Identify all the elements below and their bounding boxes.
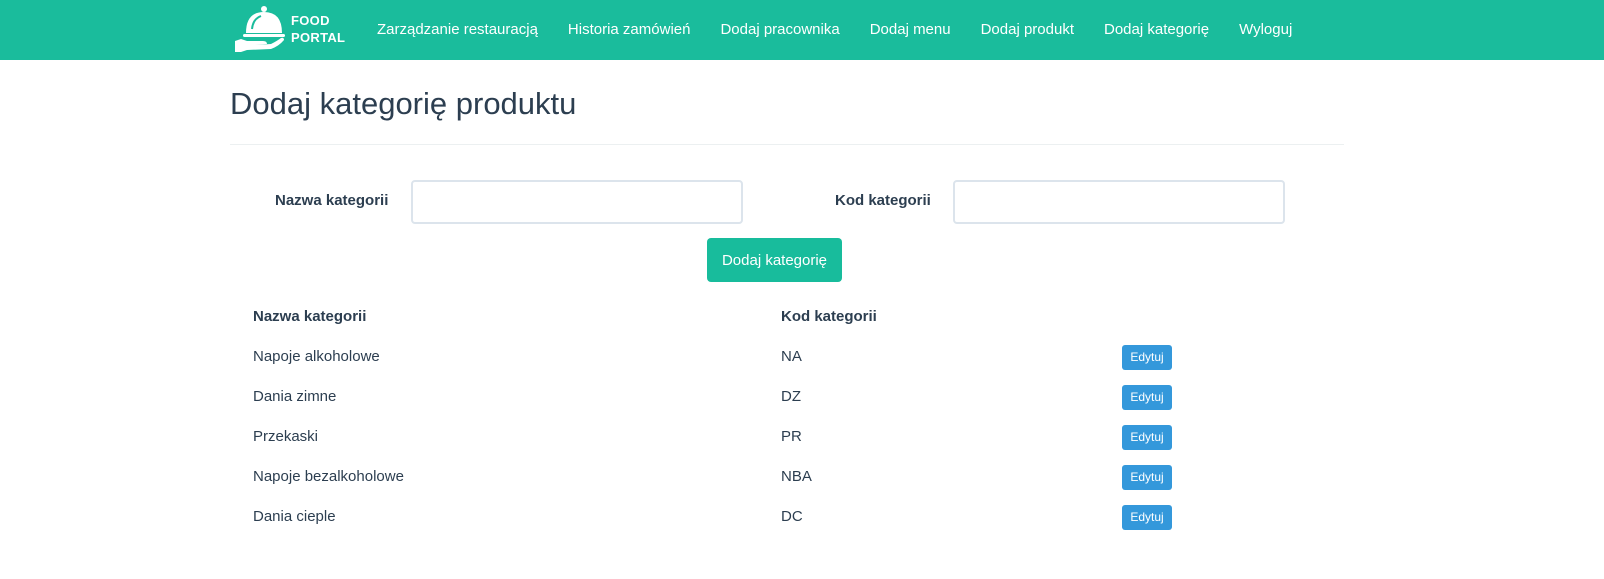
row-category-code: DC (781, 507, 803, 525)
table-header-row: Nazwa kategorii Kod kategorii (241, 296, 1344, 336)
edit-button[interactable]: Edytuj (1122, 504, 1172, 530)
row-category-name: Napoje bezalkoholowe (253, 467, 404, 485)
add-category-button[interactable]: Dodaj kategorię (707, 238, 842, 282)
row-category-name: Dania zimne (253, 387, 337, 405)
category-code-label: Kod kategorii (835, 192, 931, 209)
nav-order-history[interactable]: Historia zamówień (553, 0, 706, 60)
category-code-input[interactable] (953, 180, 1285, 224)
category-name-input[interactable] (411, 180, 743, 224)
brand-logo[interactable]: FOOD PORTAL (233, 3, 345, 55)
nav-logout[interactable]: Wyloguj (1224, 0, 1307, 60)
edit-button[interactable]: Edytuj (1122, 424, 1172, 450)
header-actions (1110, 296, 1344, 336)
table-row: Napoje alkoholowe NA Edytuj (241, 336, 1344, 376)
main-nav: Zarządzanie restauracją Historia zamówie… (362, 0, 1307, 60)
table-row: Napoje bezalkoholowe NBA Edytuj (241, 456, 1344, 496)
brand-name: FOOD PORTAL (291, 12, 345, 46)
top-navbar: FOOD PORTAL Zarządzanie restauracją Hist… (0, 0, 1604, 60)
header-category-name: Nazwa kategorii (253, 307, 367, 325)
row-category-name: Przekaski (253, 427, 319, 445)
title-divider (230, 144, 1344, 145)
nav-add-category[interactable]: Dodaj kategorię (1089, 0, 1224, 60)
table-row: Dania zimne DZ Edytuj (241, 376, 1344, 416)
table-row: Przekaski PR Edytuj (241, 416, 1344, 456)
category-name-label: Nazwa kategorii (275, 192, 389, 209)
row-category-code: PR (781, 427, 802, 445)
nav-add-menu[interactable]: Dodaj menu (855, 0, 966, 60)
brand-line-1: FOOD (291, 13, 330, 28)
edit-button[interactable]: Edytuj (1122, 464, 1172, 490)
nav-add-employee[interactable]: Dodaj pracownika (705, 0, 854, 60)
categories-table: Nazwa kategorii Kod kategorii Napoje alk… (241, 296, 1344, 536)
row-category-code: NBA (781, 467, 812, 485)
header-category-code: Kod kategorii (781, 307, 877, 325)
edit-button[interactable]: Edytuj (1122, 384, 1172, 410)
edit-button[interactable]: Edytuj (1122, 344, 1172, 370)
nav-add-product[interactable]: Dodaj produkt (966, 0, 1089, 60)
cloche-serving-hand-icon (235, 6, 285, 52)
page-title: Dodaj kategorię produktu (230, 86, 577, 121)
row-category-name: Napoje alkoholowe (253, 347, 380, 365)
row-category-name: Dania cieple (253, 507, 336, 525)
brand-line-2: PORTAL (291, 30, 346, 45)
nav-restaurant-management[interactable]: Zarządzanie restauracją (362, 0, 553, 60)
row-category-code: DZ (781, 387, 801, 405)
row-category-code: NA (781, 347, 802, 365)
table-row: Dania cieple DC Edytuj (241, 496, 1344, 536)
